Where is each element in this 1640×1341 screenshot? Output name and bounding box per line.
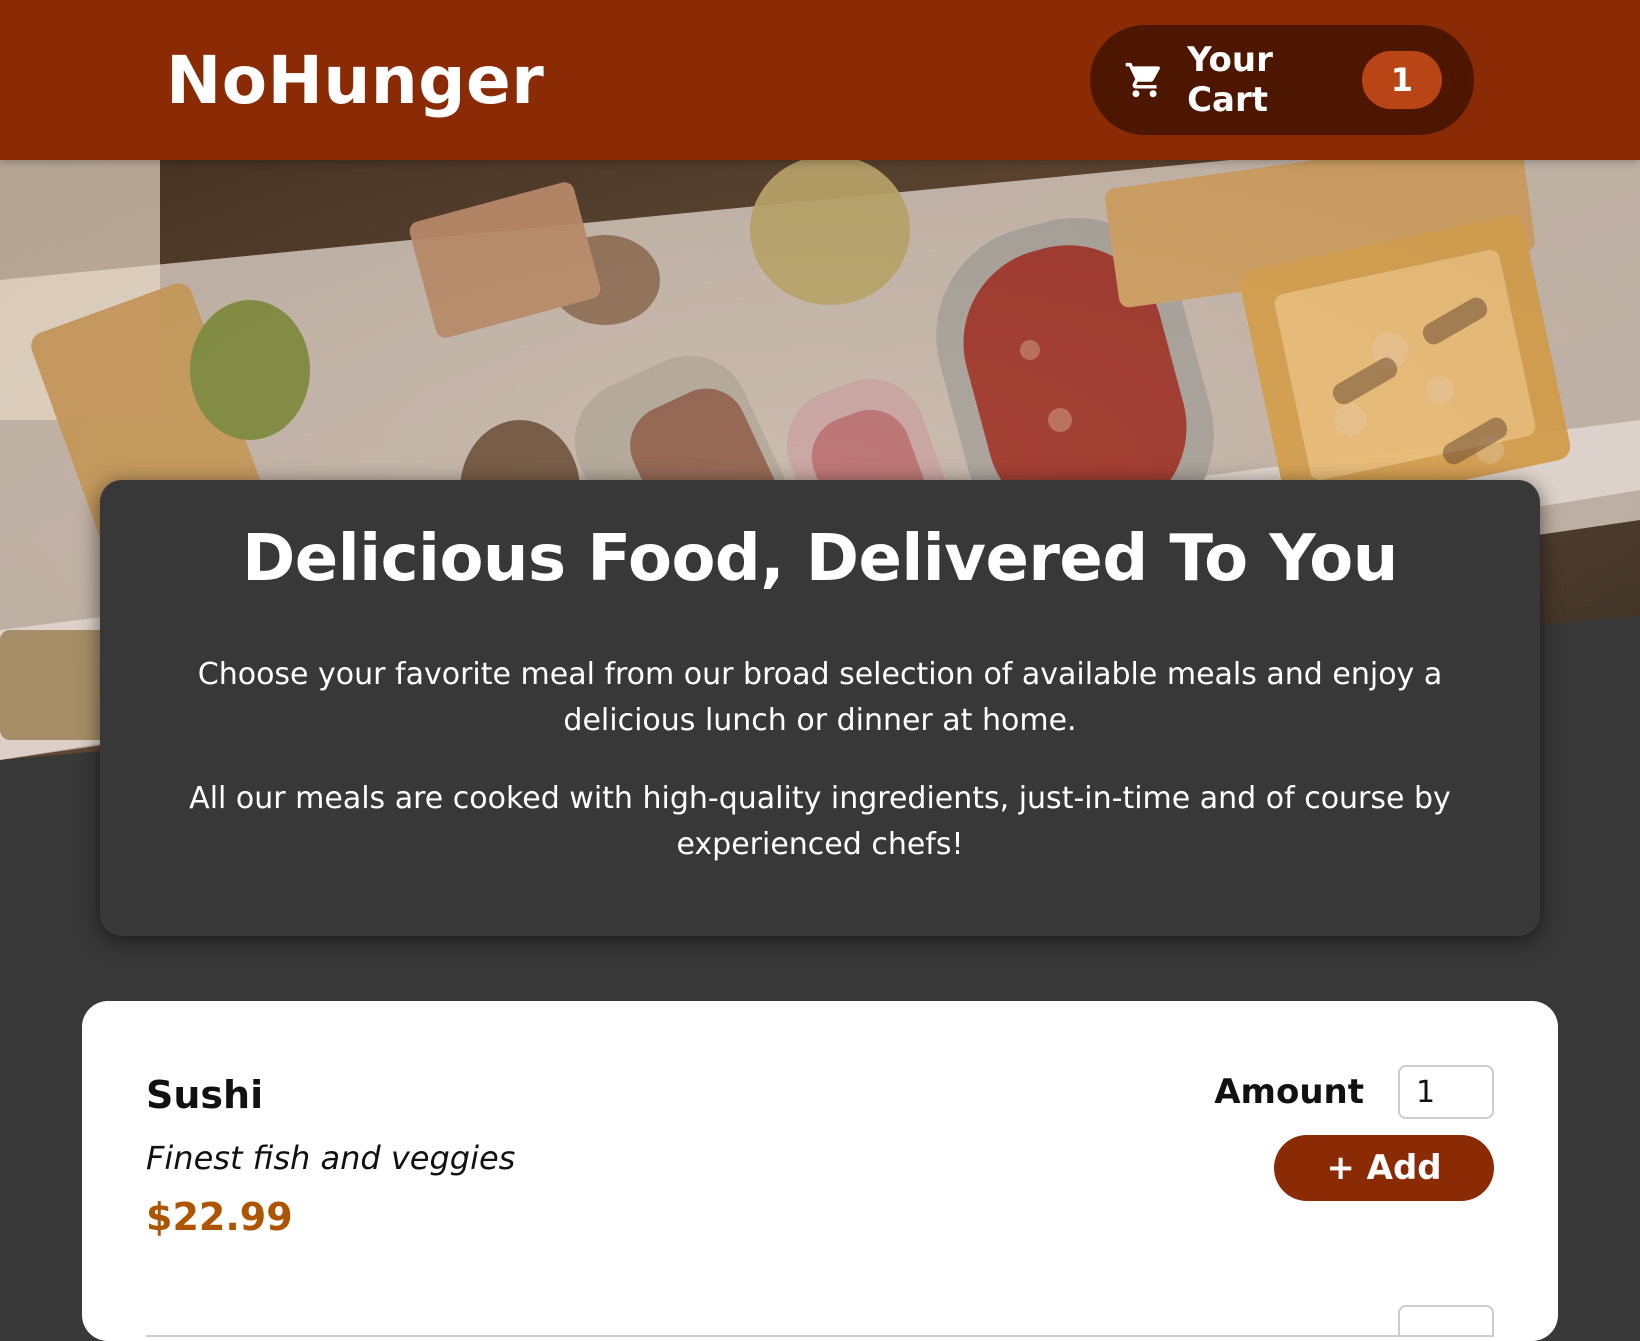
- amount-label: Amount: [1214, 1072, 1364, 1112]
- summary-title: Delicious Food, Delivered To You: [242, 522, 1398, 596]
- add-to-cart-form: Amount + Add: [1214, 1065, 1494, 1335]
- brand-title: NoHunger: [166, 41, 545, 119]
- app-header: NoHunger Your Cart 1: [0, 0, 1640, 160]
- meal-name: Sushi: [146, 1073, 264, 1117]
- cart-count-badge: 1: [1361, 51, 1442, 109]
- cart-button[interactable]: Your Cart 1: [1090, 25, 1474, 135]
- meal-item: Sushi Finest fish and veggies $22.99 Amo…: [146, 1065, 1494, 1337]
- shopping-cart-icon: [1125, 62, 1160, 98]
- summary-paragraph-2: All our meals are cooked with high-quali…: [189, 781, 1451, 862]
- add-button[interactable]: + Add: [1274, 1135, 1494, 1201]
- meal-description: Finest fish and veggies: [146, 1139, 516, 1177]
- summary-paragraph-1: Choose your favorite meal from our broad…: [197, 657, 1443, 738]
- meal-price: $22.99: [146, 1195, 293, 1239]
- amount-row: Amount: [1214, 1065, 1494, 1119]
- amount-input[interactable]: [1398, 1065, 1494, 1119]
- summary-card: Delicious Food, Delivered To You Choose …: [100, 480, 1540, 936]
- cart-label: Your Cart: [1187, 40, 1273, 120]
- next-amount-input-partial[interactable]: [1398, 1305, 1494, 1335]
- meal-info: Sushi Finest fish and veggies $22.99: [146, 1065, 515, 1335]
- meals-list-card: Sushi Finest fish and veggies $22.99 Amo…: [82, 1001, 1558, 1341]
- cart-button-content: Your Cart: [1124, 40, 1362, 120]
